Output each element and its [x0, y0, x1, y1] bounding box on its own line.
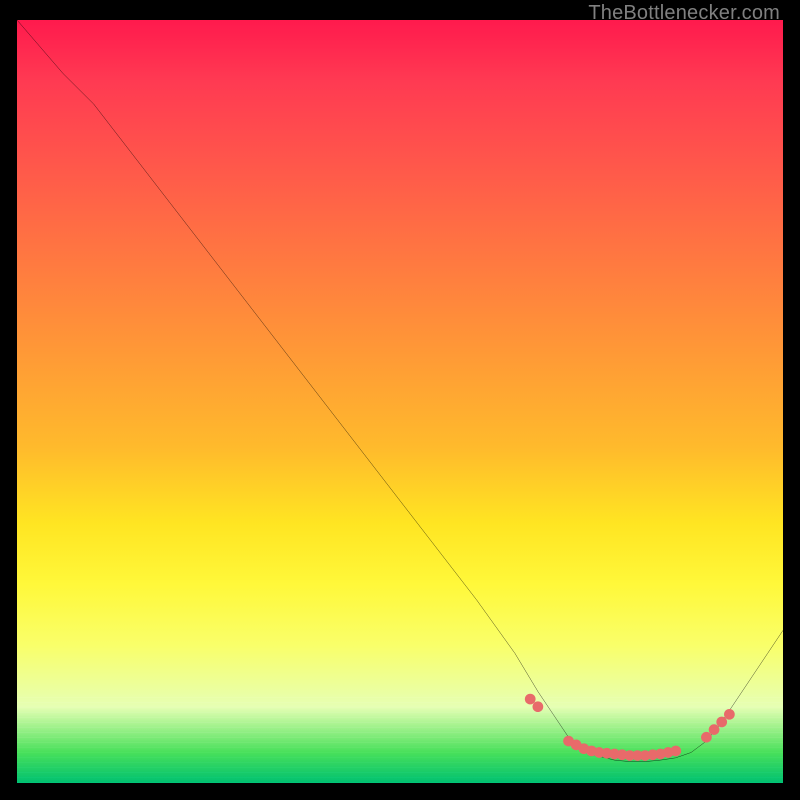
chart-frame: TheBottlenecker.com	[0, 0, 800, 800]
marker-dot	[670, 746, 681, 757]
marker-dot	[701, 732, 712, 743]
marker-dot	[709, 724, 720, 735]
line-overlay	[17, 20, 783, 783]
plot-area	[17, 20, 783, 783]
marker-dot	[716, 717, 727, 728]
marker-dot	[533, 701, 544, 712]
marker-dot	[525, 694, 536, 705]
watermark-text: TheBottlenecker.com	[588, 2, 780, 25]
curve-path	[17, 20, 783, 762]
marker-dot	[724, 709, 735, 720]
marker-group	[525, 694, 735, 761]
